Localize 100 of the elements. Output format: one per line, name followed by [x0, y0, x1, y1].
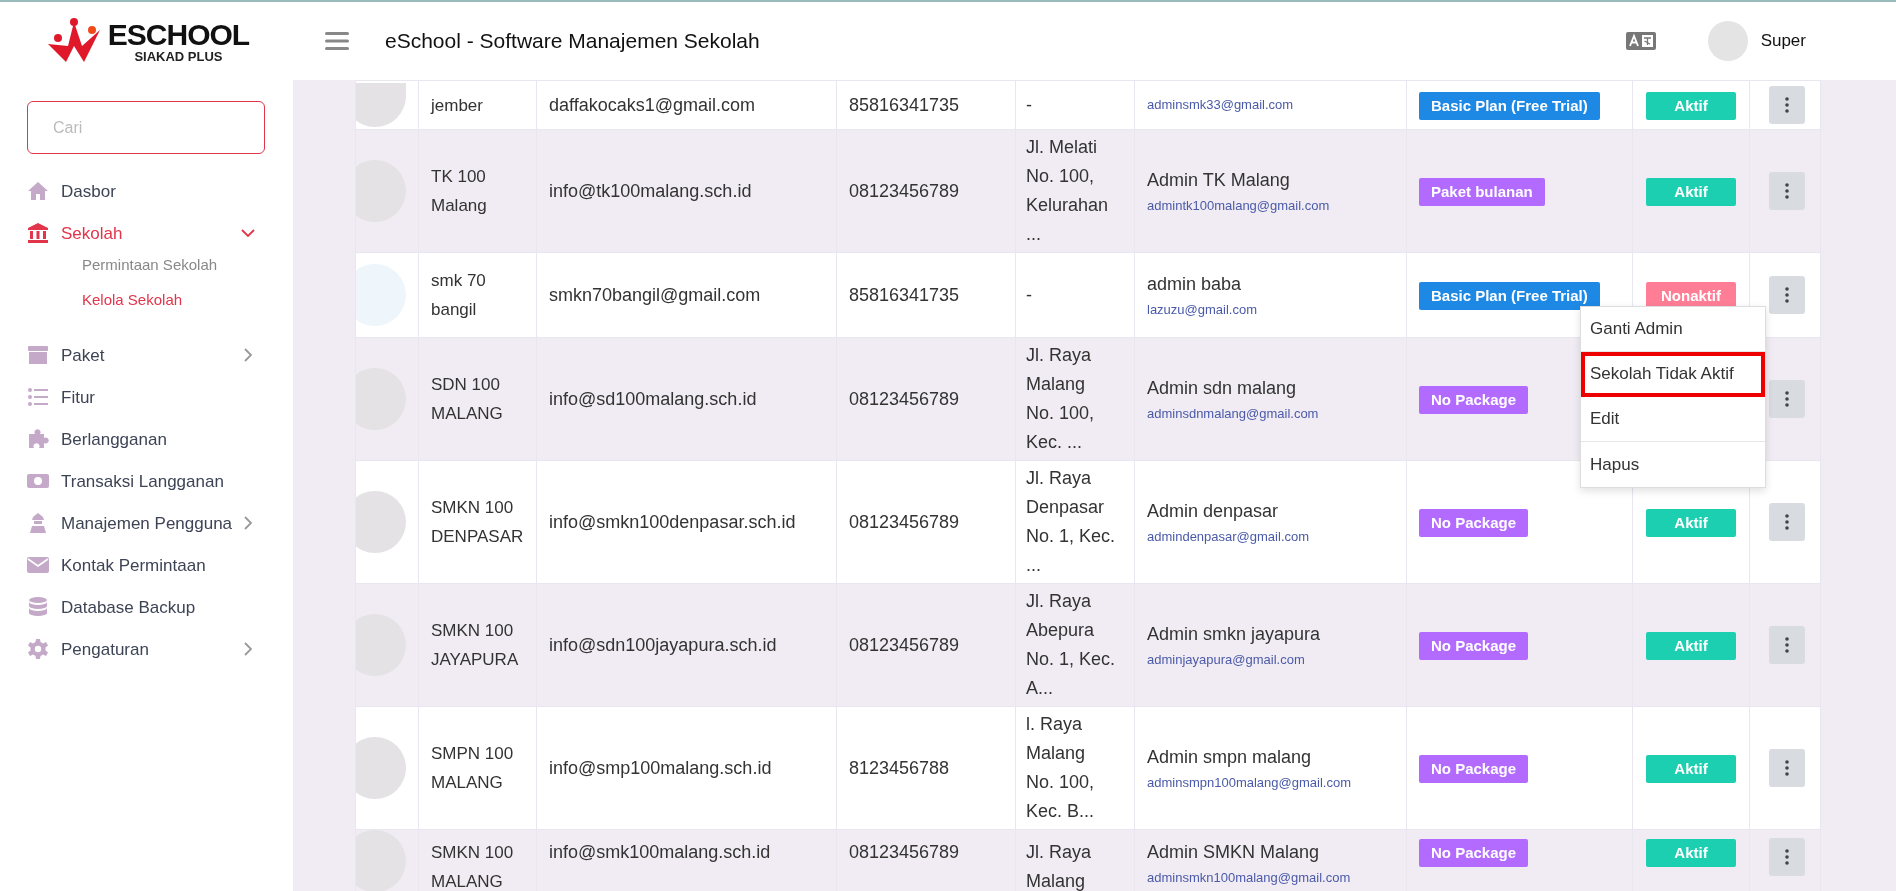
phone-number: 85816341735: [849, 283, 961, 307]
gear-icon: [27, 638, 49, 660]
admin-name: Admin smkn jayapura: [1147, 622, 1322, 646]
admin-email: adminjayapura@gmail.com: [1147, 650, 1306, 669]
more-icon: [1785, 514, 1789, 530]
school-address: Jl. Raya Denpasar No. 1, Kec. ...: [1026, 467, 1116, 577]
more-button[interactable]: [1769, 626, 1805, 664]
admin-email: adminsmk33@gmail.com: [1147, 96, 1295, 114]
user-name[interactable]: Super: [1760, 31, 1806, 51]
school-address: Jl. Melati No. 100, Kelurahan ...: [1026, 136, 1110, 246]
more-icon: [1785, 637, 1789, 653]
package-badge: No Package: [1419, 508, 1529, 537]
submenu-item[interactable]: Permintaan Sekolah: [82, 256, 218, 273]
school-address: -: [1026, 283, 1033, 307]
bank-icon: [27, 222, 49, 244]
school-name: SMKN 100 DENPASAR: [431, 497, 524, 548]
more-button[interactable]: [1769, 380, 1805, 418]
status-badge: Aktif: [1646, 631, 1736, 660]
admin-email: admindenpasar@gmail.com: [1147, 527, 1311, 546]
menu-item[interactable]: Hapus: [1581, 442, 1765, 487]
list-icon: [27, 386, 49, 408]
package-badge: Basic Plan (Free Trial): [1419, 91, 1600, 120]
admin-name: Admin TK Malang: [1147, 168, 1291, 192]
menu-icon[interactable]: [325, 31, 349, 51]
school-address: Jl. Raya Abepura No. 1, Kec. A...: [1026, 590, 1116, 700]
admin-name: admin baba: [1147, 272, 1243, 296]
status-badge: Aktif: [1646, 177, 1736, 206]
school-address: Jl. Raya Malang No. 100, Kec. ...: [1026, 344, 1096, 454]
school-name: SMKN 100 MALANG: [431, 842, 515, 891]
school-email: info@smp100malang.sch.id: [549, 756, 773, 780]
package-badge: Basic Plan (Free Trial): [1419, 281, 1600, 310]
admin-email: adminsmkn100malang@gmail.com: [1147, 869, 1352, 887]
logo-subtitle: SIAKAD PLUS: [134, 49, 223, 63]
school-name: SMPN 100 MALANG: [431, 743, 515, 794]
archive-icon: [27, 344, 49, 366]
user-icon: [27, 512, 49, 534]
sidebar-item[interactable]: Kontak Permintaan: [27, 544, 265, 586]
mail-icon: [27, 554, 49, 576]
sidebar-item[interactable]: Transaksi Langganan: [27, 460, 265, 502]
sidebar-item[interactable]: Berlangganan: [27, 418, 265, 460]
submenu-item[interactable]: Kelola Sekolah: [82, 291, 183, 308]
sidebar-item[interactable]: Database Backup: [27, 586, 265, 628]
more-button[interactable]: [1769, 172, 1805, 210]
more-icon: [1785, 391, 1789, 407]
school-name: jember: [431, 94, 484, 117]
translate-icon[interactable]: [1625, 32, 1656, 50]
menu-item[interactable]: Ganti Admin: [1581, 307, 1765, 352]
more-button[interactable]: [1769, 86, 1805, 124]
school-email: info@smkn100denpasar.sch.id: [549, 510, 797, 534]
more-icon: [1785, 97, 1789, 113]
sidebar-item[interactable]: Pengaturan: [27, 628, 265, 670]
school-email: info@smk100malang.sch.id: [549, 841, 772, 864]
more-button[interactable]: [1769, 276, 1805, 314]
puzzle-icon: [27, 428, 49, 450]
package-badge: No Package: [1419, 839, 1529, 867]
sidebar-item[interactable]: Fitur: [27, 376, 265, 418]
sidebar-item[interactable]: Paket: [27, 334, 265, 376]
page-title: eSchool - Software Manajemen Sekolah: [385, 29, 760, 53]
admin-name: Admin denpasar: [1147, 499, 1280, 523]
status-badge: Aktif: [1646, 91, 1736, 120]
home-icon: [27, 180, 49, 202]
package-badge: Paket bulanan: [1419, 177, 1545, 206]
school-address: -: [1026, 93, 1033, 117]
admin-email: adminsmpn100malang@gmail.com: [1147, 773, 1352, 792]
admin-name: Admin sdn malang: [1147, 376, 1298, 400]
admin-name: Admin smpn malang: [1147, 745, 1313, 769]
school-name: SMKN 100 JAYAPURA: [431, 620, 520, 671]
school-address: l. Raya Malang No. 100, Kec. B...: [1026, 713, 1096, 823]
school-name: TK 100 Malang: [431, 166, 488, 217]
more-icon: [1785, 760, 1789, 776]
phone-number: 8123456788: [849, 756, 951, 780]
package-badge: No Package: [1419, 385, 1529, 414]
school-email: info@sd100malang.sch.id: [549, 387, 758, 411]
more-button[interactable]: [1769, 749, 1805, 787]
logo-title: ESCHOOL: [107, 19, 250, 50]
more-button[interactable]: [1769, 503, 1805, 541]
status-badge: Aktif: [1646, 839, 1736, 867]
school-email: info@sdn100jayapura.sch.id: [549, 633, 778, 657]
school-email: daffakocaks1@gmail.com: [549, 93, 757, 117]
admin-email: lazuzu@gmail.com: [1147, 300, 1258, 319]
menu-item[interactable]: Sekolah Tidak Aktif: [1581, 352, 1765, 397]
school-email: info@tk100malang.sch.id: [549, 179, 753, 203]
sidebar-item[interactable]: Dasbor: [27, 170, 265, 212]
sidebar-item[interactable]: Sekolah: [27, 212, 265, 254]
photo-placeholder: [356, 264, 406, 326]
admin-email: admintk100malang@gmail.com: [1147, 196, 1331, 215]
phone-number: 08123456789: [849, 841, 961, 864]
search-field[interactable]: Cari: [27, 101, 265, 154]
phone-number: 08123456789: [849, 510, 961, 534]
more-icon: [1785, 183, 1789, 199]
database-icon: [27, 596, 49, 618]
status-badge: Aktif: [1646, 508, 1736, 537]
school-name: smk 70 bangil: [431, 270, 487, 321]
menu-item[interactable]: Edit: [1581, 397, 1765, 442]
package-badge: No Package: [1419, 631, 1529, 660]
admin-email: adminsdnmalang@gmail.com: [1147, 404, 1320, 423]
school-address: Jl. Raya Malang: [1026, 841, 1093, 891]
phone-number: 85816341735: [849, 93, 961, 117]
more-button[interactable]: [1769, 838, 1805, 876]
sidebar-item[interactable]: Manajemen Pengguna: [27, 502, 265, 544]
